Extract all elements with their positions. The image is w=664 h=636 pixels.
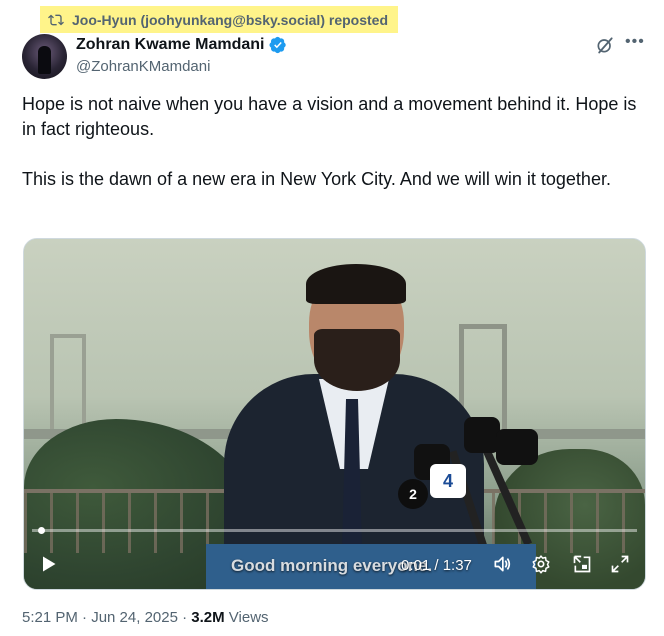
post-paragraph: Hope is not naive when you have a vision… xyxy=(22,94,637,139)
channel-mic-flag: 2 xyxy=(398,479,428,509)
microphone xyxy=(464,417,500,453)
repost-banner[interactable]: Joo-Hyun (joohyunkang@bsky.social) repos… xyxy=(40,6,398,33)
views-label: Views xyxy=(224,609,269,626)
post-meta: 5:21 PM · Jun 24, 2025 · 3.2M Views xyxy=(22,609,269,626)
repost-label: Joo-Hyun (joohyunkang@bsky.social) repos… xyxy=(72,11,388,28)
views-count: 3.2M xyxy=(191,609,225,626)
video-time: 0:01 / 1:37 xyxy=(401,557,472,574)
author-name-row[interactable]: Zohran Kwame Mamdani xyxy=(76,36,287,54)
post-text: Hope is not naive when you have a vision… xyxy=(22,92,642,217)
progress-handle[interactable] xyxy=(38,527,46,534)
grok-icon[interactable] xyxy=(595,35,615,55)
author-name: Zohran Kwame Mamdani xyxy=(76,36,265,53)
post-timestamp[interactable]: 5:21 PM · Jun 24, 2025 · xyxy=(22,609,191,626)
post-paragraph: This is the dawn of a new era in New Yor… xyxy=(22,169,611,189)
settings-icon[interactable] xyxy=(531,554,551,574)
volume-icon[interactable] xyxy=(492,554,512,574)
microphone xyxy=(496,429,538,465)
video-player[interactable]: 4 2 Good morning everyone. 0:01 / 1:37 xyxy=(23,238,646,590)
repost-icon xyxy=(48,14,64,25)
avatar[interactable] xyxy=(22,34,67,79)
progress-bar[interactable] xyxy=(32,529,637,532)
play-icon[interactable] xyxy=(38,554,58,574)
video-controls: Good morning everyone. 0:01 / 1:37 xyxy=(24,544,645,584)
verified-icon xyxy=(269,36,287,54)
nbc-mic-flag: 4 xyxy=(430,464,466,498)
author-handle[interactable]: @ZohranKMamdani xyxy=(76,58,210,75)
fullscreen-icon[interactable] xyxy=(610,554,630,574)
more-icon[interactable]: ••• xyxy=(625,33,645,51)
pip-icon[interactable] xyxy=(572,554,592,574)
